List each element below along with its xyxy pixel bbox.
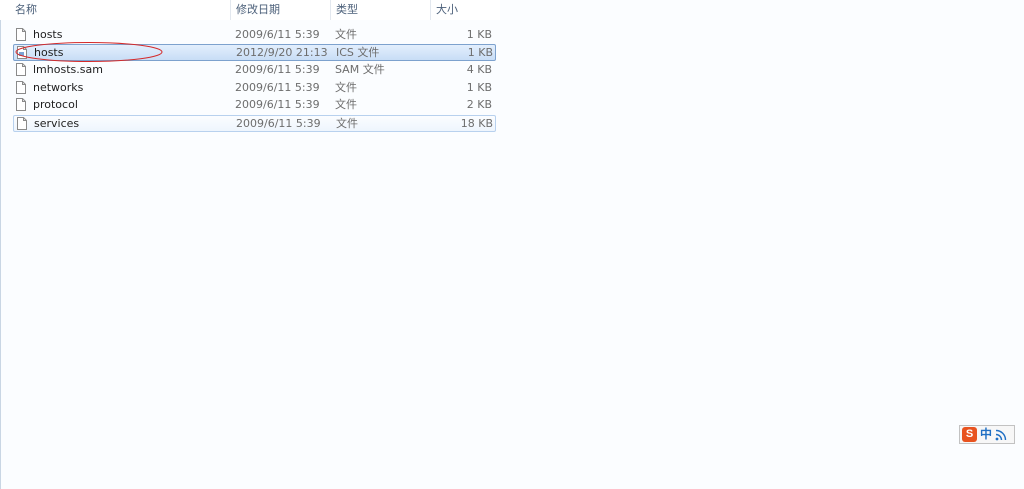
- file-date: 2009/6/11 5:39: [236, 117, 321, 130]
- file-size: 2 KB: [466, 98, 492, 111]
- file-type: 文件: [335, 81, 357, 94]
- ime-language-toggle[interactable]: 中: [980, 427, 992, 442]
- file-row-services[interactable]: services 2009/6/11 5:39 文件 18 KB: [13, 115, 496, 132]
- file-type: 文件: [336, 117, 358, 130]
- file-date: 2009/6/11 5:39: [235, 98, 320, 111]
- ime-toolbar[interactable]: S 中: [959, 425, 1015, 444]
- file-type: 文件: [335, 28, 357, 41]
- file-name: networks: [33, 81, 84, 94]
- file-size: 4 KB: [466, 63, 492, 76]
- header-scroll-mark: ˇ: [119, 0, 124, 8]
- file-date: 2009/6/11 5:39: [235, 81, 320, 94]
- file-icon: [16, 81, 26, 94]
- file-date: 2009/6/11 5:39: [235, 63, 320, 76]
- file-size: 1 KB: [466, 28, 492, 41]
- file-icon: [17, 117, 27, 130]
- file-row-networks[interactable]: networks 2009/6/11 5:39 文件 1 KB: [13, 80, 496, 97]
- column-header-bar: 名称 修改日期 类型 大小 ˇ: [0, 0, 500, 20]
- sogou-logo-icon[interactable]: S: [962, 427, 977, 442]
- file-icon: [16, 63, 26, 76]
- file-type: SAM 文件: [335, 63, 385, 76]
- file-type: 文件: [335, 98, 357, 111]
- red-ellipse-annotation: [15, 42, 163, 62]
- file-name: lmhosts.sam: [33, 63, 103, 76]
- window-left-border: [0, 0, 1, 489]
- file-type: ICS 文件: [336, 46, 380, 59]
- file-name: hosts: [33, 28, 63, 41]
- feed-icon[interactable]: [995, 429, 1007, 441]
- file-date: 2009/6/11 5:39: [235, 28, 320, 41]
- file-size: 1 KB: [467, 46, 493, 59]
- file-size: 18 KB: [460, 117, 493, 130]
- file-size: 1 KB: [466, 81, 492, 94]
- file-icon: [16, 98, 26, 111]
- file-date: 2012/9/20 21:13: [236, 46, 328, 59]
- file-name: protocol: [33, 98, 78, 111]
- file-row-lmhosts[interactable]: lmhosts.sam 2009/6/11 5:39 SAM 文件 4 KB: [13, 62, 496, 79]
- column-header-date[interactable]: 修改日期: [230, 0, 330, 20]
- column-header-type[interactable]: 类型: [330, 0, 430, 20]
- file-name: services: [34, 117, 80, 130]
- file-icon: [16, 28, 26, 41]
- file-row-protocol[interactable]: protocol 2009/6/11 5:39 文件 2 KB: [13, 97, 496, 114]
- column-header-size[interactable]: 大小: [430, 0, 498, 20]
